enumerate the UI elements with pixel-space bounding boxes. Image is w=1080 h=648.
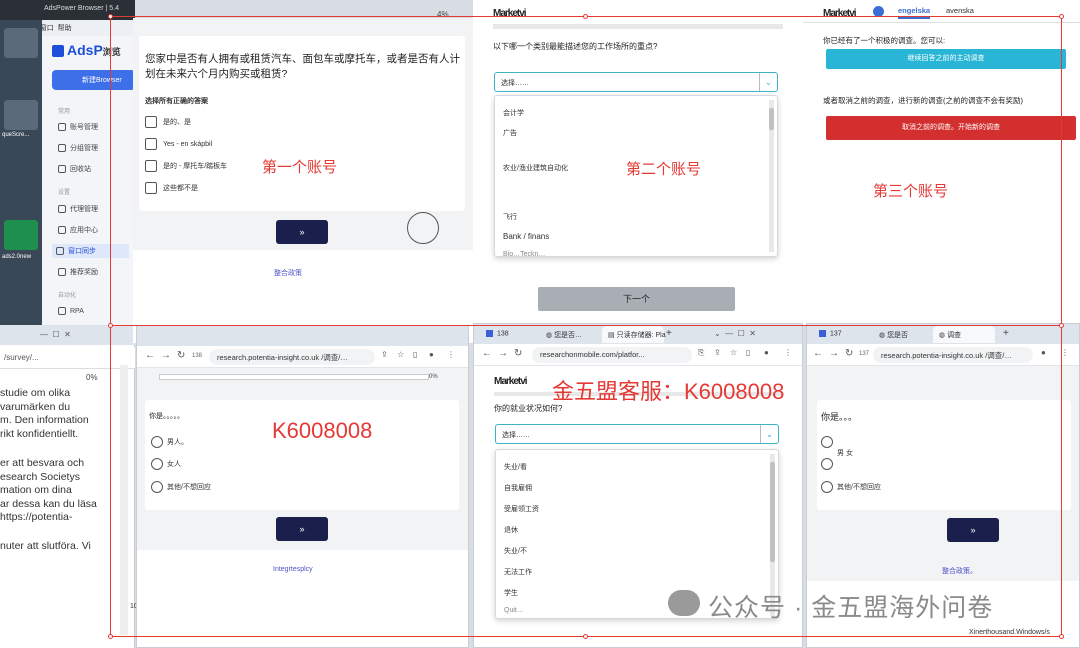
label-account1: 第一个账号 [262,159,338,176]
handle-dot[interactable] [1059,14,1064,19]
desktop-icon[interactable] [4,28,38,58]
handle-dot[interactable] [583,634,588,639]
label-k-code: K6008008 [272,418,373,443]
sidebar-item-rewards[interactable]: 推荐奖励 [58,267,98,277]
sidebar-item-groups[interactable]: 分组管理 [58,143,98,153]
section-label: 自动化 [58,293,77,299]
wechat-icon [668,590,700,616]
desk-file-label: ads2.0new [2,254,32,260]
section-label: 常用 [58,109,71,115]
desktop-strip: queScre... ads2.0new [0,20,42,325]
window-controls[interactable]: — ☐ ✕ [40,330,71,339]
menu-dots-icon[interactable]: ⋮ [1061,348,1069,357]
apps-icon [58,226,66,235]
sidebar-item-accounts[interactable]: 账号管理 [58,122,98,132]
sidebar-item-proxy[interactable]: 代理管理 [58,204,98,214]
handle-dot[interactable] [583,14,588,19]
sidebar-item-apps[interactable]: 应用中心 [58,225,98,235]
label-account3: 第三个账号 [873,183,949,200]
rpa-icon [58,307,66,315]
handle-dot[interactable] [108,634,113,639]
gift-icon [58,268,66,277]
handle-dot[interactable] [1059,323,1064,328]
section-label: 设置 [58,190,71,196]
selection-divider [110,325,1062,326]
account-icon [58,123,66,132]
spreadsheet-icon[interactable] [4,220,38,250]
sidebar-item-trash[interactable]: 回收站 [58,164,91,174]
desktop-icon[interactable] [4,100,38,130]
handle-dot[interactable] [108,14,113,19]
sidebar-item-rpa[interactable]: RPA [58,307,84,315]
progress-text: 0% [86,373,98,382]
desk-file-label: queScre... [2,132,30,138]
proxy-icon [58,205,66,214]
group-icon [58,144,66,153]
lang-tab-swedish[interactable]: avenska [946,6,974,15]
trash-icon [58,165,66,174]
handle-dot[interactable] [1059,634,1064,639]
sync-icon [56,247,64,256]
label-account2: 第二个账号 [626,161,702,178]
watermark-text: 公众号 · 金五盟海外问卷 [708,594,994,622]
logo-icon [52,45,64,58]
app-title: AdsPower Browser | 5.4 [44,5,119,12]
handle-dot[interactable] [108,323,113,328]
selection-frame [110,16,1062,637]
label-service-contact: 金五盟客服：K6008008 [552,379,785,404]
menu-help[interactable]: 帮助 [58,25,72,32]
